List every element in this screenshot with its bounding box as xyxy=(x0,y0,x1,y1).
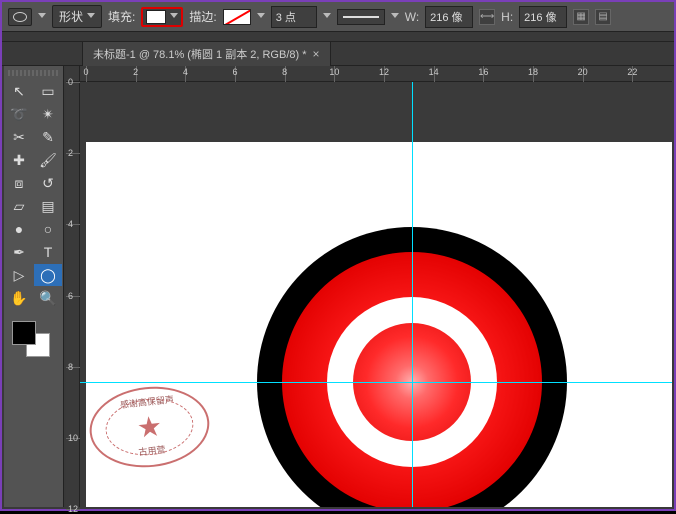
stroke-label: 描边: xyxy=(189,8,216,25)
ruler-tick-label: 6 xyxy=(68,291,73,301)
chevron-down-icon[interactable] xyxy=(391,13,399,21)
brush-tool[interactable]: 🖌 xyxy=(34,149,62,171)
blur-tool[interactable]: ● xyxy=(5,218,33,240)
ruler-tick-label: 2 xyxy=(133,67,138,77)
hand-tool[interactable]: ✋ xyxy=(5,287,33,309)
toolbox: ↖▭➰✴✂✎✚🖌⧈↺▱▤●○✒T▷◯✋🔍 xyxy=(4,66,64,507)
ruler-tick-label: 12 xyxy=(379,67,389,77)
document-tab-row: 未标题-1 @ 78.1% (椭圆 1 副本 2, RGB/8) * × xyxy=(2,42,674,66)
align-icon[interactable]: ▦ xyxy=(573,9,589,25)
width-label: W: xyxy=(405,10,419,24)
guide-vertical[interactable] xyxy=(412,82,413,507)
move-tool[interactable]: ↖ xyxy=(5,80,33,102)
tool-grid: ↖▭➰✴✂✎✚🖌⧈↺▱▤●○✒T▷◯✋🔍 xyxy=(4,80,63,309)
link-wh-icon[interactable]: ⟷ xyxy=(479,9,495,25)
stroke-size-field[interactable]: 3 点 xyxy=(271,6,317,28)
toolbox-grip[interactable] xyxy=(8,70,59,76)
ruler-tick-label: 4 xyxy=(183,67,188,77)
gradient-tool[interactable]: ▤ xyxy=(34,195,62,217)
ruler-tick-label: 10 xyxy=(68,433,78,443)
healing-tool[interactable]: ✚ xyxy=(5,149,33,171)
ruler-tick-label: 14 xyxy=(429,67,439,77)
fill-swatch-highlight xyxy=(141,7,183,27)
ruler-tick-label: 16 xyxy=(478,67,488,77)
crop-tool[interactable]: ✂ xyxy=(5,126,33,148)
lasso-tool[interactable]: ➰ xyxy=(5,103,33,125)
height-field[interactable]: 216 像 xyxy=(519,6,567,28)
stroke-swatch-none[interactable] xyxy=(223,9,251,25)
ruler-tick-label: 12 xyxy=(68,504,78,514)
ruler-tick-label: 0 xyxy=(68,77,73,87)
ruler-tick-label: 20 xyxy=(578,67,588,77)
arrange-icon[interactable]: ▤ xyxy=(595,9,611,25)
shape-mode-label: 形状 xyxy=(59,8,83,25)
document-tab-title: 未标题-1 @ 78.1% (椭圆 1 副本 2, RGB/8) * xyxy=(93,46,307,62)
tool-preset-ellipse-icon[interactable] xyxy=(8,8,32,26)
ruler-tick-label: 4 xyxy=(68,219,73,229)
stroke-style-select[interactable] xyxy=(337,9,385,25)
tool-preset-dropdown-icon[interactable] xyxy=(38,13,46,21)
vertical-ruler[interactable]: 024681012 xyxy=(66,82,80,507)
eyedropper-tool[interactable]: ✎ xyxy=(34,126,62,148)
ellipse-shape-tool[interactable]: ◯ xyxy=(34,264,62,286)
horizontal-ruler[interactable]: 024681012141618202224 xyxy=(80,66,672,82)
stamp-tool[interactable]: ⧈ xyxy=(5,172,33,194)
canvas-pasteboard xyxy=(80,82,672,142)
ruler-tick-label: 2 xyxy=(68,148,73,158)
marquee-tool[interactable]: ▭ xyxy=(34,80,62,102)
ruler-tick-label: 10 xyxy=(329,67,339,77)
ruler-tick-label: 8 xyxy=(282,67,287,77)
ruler-tick-label: 18 xyxy=(528,67,538,77)
close-icon[interactable]: × xyxy=(313,47,320,61)
dodge-tool[interactable]: ○ xyxy=(34,218,62,240)
fill-label: 填充: xyxy=(108,8,135,25)
ruler-tick-label: 0 xyxy=(83,67,88,77)
magic-wand-tool[interactable]: ✴ xyxy=(34,103,62,125)
width-field[interactable]: 216 像 xyxy=(425,6,473,28)
shape-mode-select[interactable]: 形状 xyxy=(52,5,102,28)
chevron-down-icon[interactable] xyxy=(257,13,265,21)
canvas-area[interactable]: 感谢高保留声 ★ 古用营 xyxy=(80,82,672,507)
document-tab[interactable]: 未标题-1 @ 78.1% (椭圆 1 副本 2, RGB/8) * × xyxy=(82,41,331,66)
fill-swatch[interactable] xyxy=(146,10,166,24)
path-select-tool[interactable]: ▷ xyxy=(5,264,33,286)
zoom-tool[interactable]: 🔍 xyxy=(34,287,62,309)
app-window: 形状 填充: 描边: 3 点 W: 216 像 ⟷ H: 216 像 ▦ ▤ 未… xyxy=(0,0,676,511)
height-label: H: xyxy=(501,10,513,24)
eraser-tool[interactable]: ▱ xyxy=(5,195,33,217)
history-tool[interactable]: ↺ xyxy=(34,172,62,194)
type-tool[interactable]: T xyxy=(34,241,62,263)
options-bar: 形状 填充: 描边: 3 点 W: 216 像 ⟷ H: 216 像 ▦ ▤ xyxy=(2,2,674,32)
pen-tool[interactable]: ✒ xyxy=(5,241,33,263)
ruler-tick-label: 8 xyxy=(68,362,73,372)
foreground-color-well[interactable] xyxy=(12,321,36,345)
guide-horizontal[interactable] xyxy=(80,382,672,383)
chevron-down-icon[interactable] xyxy=(323,13,331,21)
chevron-down-icon[interactable] xyxy=(170,13,178,21)
chevron-down-icon xyxy=(87,13,95,21)
color-wells xyxy=(4,319,63,361)
ruler-tick-label: 6 xyxy=(232,67,237,77)
ruler-tick-label: 22 xyxy=(627,67,637,77)
